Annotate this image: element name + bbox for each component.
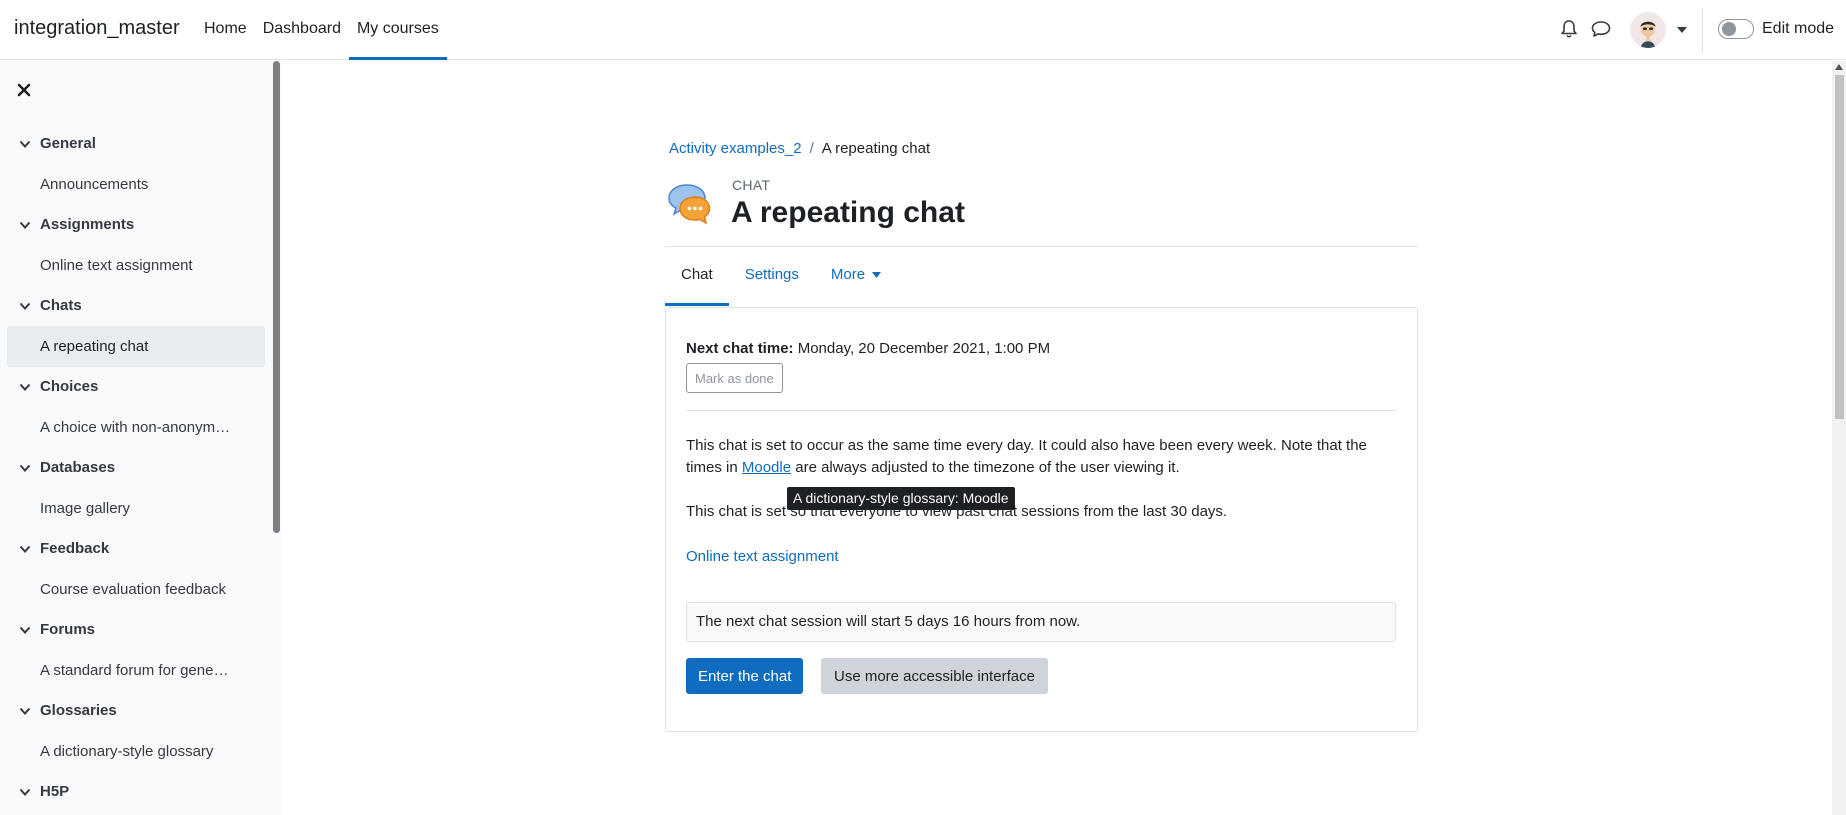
next-chat-time-value: Monday, 20 December 2021, 1:00 PM	[797, 340, 1051, 357]
section-title: Choices	[40, 378, 99, 395]
breadcrumb-separator: /	[809, 140, 814, 157]
secondary-navigation: Chat Settings More	[665, 252, 897, 306]
nav-my-courses[interactable]: My courses	[348, 0, 447, 60]
course-item-online-text-assignment[interactable]: Online text assignment	[7, 245, 265, 286]
chat-bubbles-icon	[668, 184, 711, 225]
activity-type-label: CHAT	[732, 177, 771, 193]
breadcrumb: Activity examples_2 / A repeating chat	[669, 140, 930, 157]
next-session-notice: The next chat session will start 5 days …	[686, 602, 1396, 642]
moodle-glossary-link[interactable]: Moodle	[742, 459, 791, 476]
chevron-down-icon[interactable]	[19, 625, 31, 635]
enter-chat-button[interactable]: Enter the chat	[686, 658, 804, 694]
chevron-down-icon[interactable]	[19, 220, 31, 230]
primary-navigation: Home Dashboard My courses	[196, 0, 447, 60]
toggle-knob	[1722, 22, 1736, 36]
section-feedback[interactable]: Feedback	[7, 529, 265, 569]
edit-mode-label[interactable]: Edit mode	[1762, 20, 1834, 38]
chevron-down-icon[interactable]	[19, 139, 31, 149]
nav-dashboard[interactable]: Dashboard	[255, 0, 349, 60]
breadcrumb-link-course[interactable]: Activity examples_2	[669, 140, 802, 157]
chevron-down-icon[interactable]	[19, 463, 31, 473]
course-item-a-repeating-chat[interactable]: A repeating chat	[7, 326, 265, 367]
breadcrumb-current: A repeating chat	[821, 140, 931, 157]
caret-down-icon	[872, 272, 882, 279]
chevron-down-icon[interactable]	[19, 787, 31, 797]
section-title: Feedback	[40, 540, 110, 557]
course-item-choice[interactable]: A choice with non-anonym…	[7, 407, 265, 448]
chevron-down-icon[interactable]	[19, 301, 31, 311]
section-title: Databases	[40, 459, 116, 476]
page-title: A repeating chat	[731, 196, 965, 229]
mark-as-done-button[interactable]: Mark as done	[686, 363, 783, 393]
course-item-image-gallery[interactable]: Image gallery	[7, 488, 265, 529]
bell-icon[interactable]	[1559, 19, 1579, 39]
activity-content-card: Next chat time: Monday, 20 December 2021…	[665, 307, 1418, 732]
page-scrollbar[interactable]	[1832, 61, 1846, 815]
navbar-divider	[1702, 8, 1703, 52]
drawer-scrollbar[interactable]	[273, 61, 280, 533]
section-title: Forums	[40, 621, 96, 638]
site-name[interactable]: integration_master	[14, 17, 180, 40]
top-navbar: integration_master Home Dashboard My cou…	[0, 0, 1846, 60]
section-title: Assignments	[40, 216, 135, 233]
course-item-standard-forum[interactable]: A standard forum for gene…	[7, 650, 265, 691]
section-title: General	[40, 135, 96, 152]
section-title: Chats	[40, 297, 82, 314]
section-title: H5P	[40, 783, 70, 800]
avatar[interactable]	[1630, 12, 1666, 48]
glossary-tooltip: A dictionary-style glossary: Moodle	[787, 487, 1015, 510]
section-title: Glossaries	[40, 702, 117, 719]
section-forums[interactable]: Forums	[7, 610, 265, 650]
chevron-down-icon[interactable]	[19, 706, 31, 716]
tab-more[interactable]: More	[815, 252, 897, 306]
chat-bubble-icon[interactable]	[1590, 19, 1612, 39]
next-chat-time-label: Next chat time:	[686, 340, 794, 357]
nav-home[interactable]: Home	[196, 0, 255, 60]
course-index-drawer: General Announcements Assignments Online…	[0, 61, 282, 815]
course-item-dictionary-glossary[interactable]: A dictionary-style glossary	[7, 731, 265, 772]
course-item-announcements[interactable]: Announcements	[7, 164, 265, 205]
scroll-up-arrow-icon[interactable]	[1835, 64, 1843, 70]
chevron-down-icon[interactable]	[1676, 26, 1688, 34]
description-text-2: are always adjusted to the timezone of t…	[791, 459, 1180, 476]
course-item-course-evaluation-feedback[interactable]: Course evaluation feedback	[7, 569, 265, 610]
online-text-assignment-link[interactable]: Online text assignment	[686, 548, 839, 565]
section-assignments[interactable]: Assignments	[7, 205, 265, 245]
next-chat-time: Next chat time: Monday, 20 December 2021…	[686, 340, 1050, 357]
content-divider	[686, 410, 1396, 411]
scrollbar-thumb[interactable]	[1835, 75, 1844, 419]
edit-mode-toggle[interactable]	[1718, 19, 1754, 39]
tab-more-label: More	[830, 266, 866, 283]
section-general[interactable]: General	[7, 124, 265, 164]
section-chats[interactable]: Chats	[7, 286, 265, 326]
close-icon[interactable]	[17, 83, 31, 97]
chevron-down-icon[interactable]	[19, 382, 31, 392]
chat-description: This chat is set to occur as the same ti…	[686, 435, 1398, 479]
section-choices[interactable]: Choices	[7, 367, 265, 407]
section-h5p[interactable]: H5P	[7, 772, 265, 812]
course-index: General Announcements Assignments Online…	[7, 124, 265, 812]
header-divider	[665, 246, 1418, 247]
section-glossaries[interactable]: Glossaries	[7, 691, 265, 731]
chevron-down-icon[interactable]	[19, 544, 31, 554]
tab-settings[interactable]: Settings	[729, 252, 815, 306]
tab-chat[interactable]: Chat	[665, 252, 729, 306]
section-databases[interactable]: Databases	[7, 448, 265, 488]
accessible-interface-button[interactable]: Use more accessible interface	[821, 658, 1048, 694]
